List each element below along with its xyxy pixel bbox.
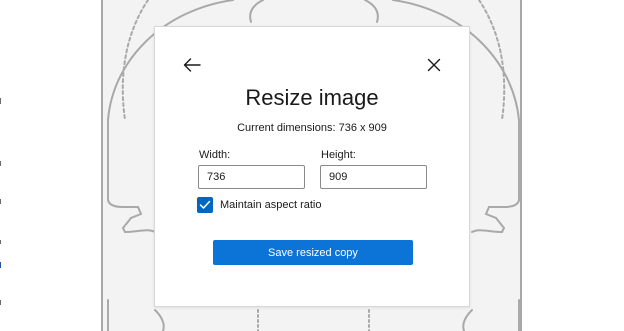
current-dimensions: Current dimensions: 736 x 909 — [237, 122, 387, 134]
arrow-left-icon — [183, 58, 201, 72]
close-icon — [427, 58, 441, 72]
width-label: Width: — [199, 149, 231, 161]
close-button[interactable] — [422, 53, 446, 77]
checkmark-icon — [199, 200, 211, 209]
save-resized-copy-button[interactable]: Save resized copy — [213, 240, 413, 265]
app-edge-fragments — [0, 0, 8, 331]
dialog-title: Resize image — [245, 85, 379, 110]
resize-image-dialog: Resize image Current dimensions: 736 x 9… — [154, 26, 470, 307]
back-button[interactable] — [180, 53, 204, 77]
height-label: Height: — [321, 149, 356, 161]
edge-marks-drawing — [0, 98, 1, 305]
maintain-aspect-ratio-label: Maintain aspect ratio — [220, 199, 322, 211]
width-input[interactable] — [198, 165, 305, 189]
height-input[interactable] — [320, 165, 427, 189]
checkbox-checked-icon[interactable] — [197, 197, 213, 213]
maintain-aspect-ratio-checkbox[interactable]: Maintain aspect ratio — [197, 197, 322, 213]
